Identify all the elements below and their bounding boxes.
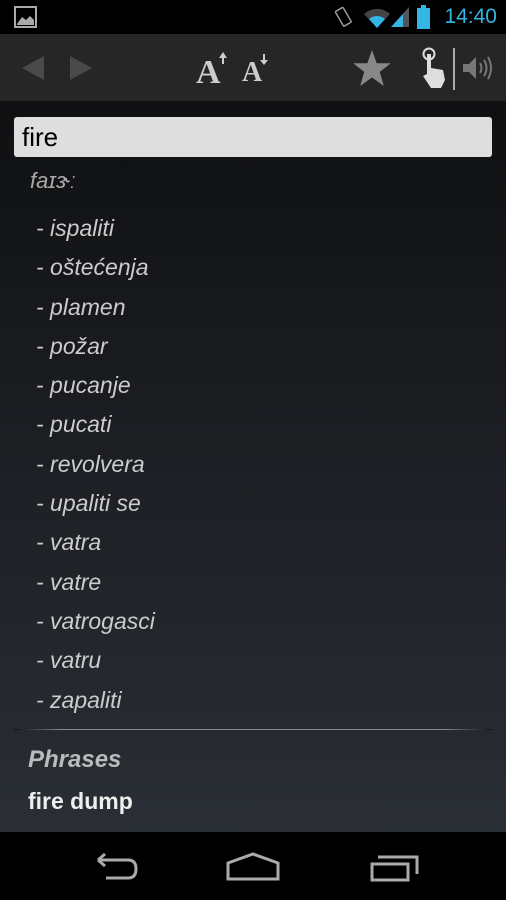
- list-item[interactable]: - požar: [36, 332, 155, 371]
- navigation-bar: [0, 832, 506, 900]
- vibrate-icon: [334, 6, 352, 27]
- wifi-icon: [364, 8, 390, 28]
- list-item[interactable]: - oštećenja: [36, 253, 155, 292]
- divider: [14, 729, 492, 730]
- font-decrease-icon: A: [242, 54, 268, 84]
- translation-list: - ispaliti - oštećenja - plamen - požar …: [36, 214, 155, 725]
- clock: 14:40: [444, 5, 497, 28]
- touch-mode-button[interactable]: [416, 34, 452, 102]
- list-item[interactable]: - vatru: [36, 646, 155, 685]
- font-decrease-button[interactable]: A: [238, 34, 272, 102]
- status-bar: 14:40: [0, 0, 506, 34]
- speaker-icon: [463, 56, 492, 80]
- back-button[interactable]: [16, 34, 50, 102]
- back-icon[interactable]: [88, 852, 138, 882]
- list-item[interactable]: - zapaliti: [36, 686, 155, 725]
- recent-apps-icon[interactable]: [370, 854, 420, 882]
- signal-icon: [391, 7, 409, 27]
- forward-button[interactable]: [64, 34, 98, 102]
- list-item[interactable]: - vatra: [36, 528, 155, 567]
- content-area: faɪɝː - ispaliti - oštećenja - plamen - …: [0, 102, 506, 832]
- favorite-button[interactable]: [350, 34, 394, 102]
- phrase-item[interactable]: fire dump: [28, 788, 133, 815]
- touch-icon: [422, 47, 445, 88]
- list-item[interactable]: - pucanje: [36, 371, 155, 410]
- forward-arrow-icon: [70, 56, 92, 80]
- list-item[interactable]: - vatre: [36, 568, 155, 607]
- font-increase-button[interactable]: A: [192, 34, 232, 102]
- search-input[interactable]: [14, 117, 492, 157]
- list-item[interactable]: - ispaliti: [36, 214, 155, 253]
- list-item[interactable]: - vatrogasci: [36, 607, 155, 646]
- toolbar: A A: [0, 34, 506, 102]
- list-item[interactable]: - upaliti se: [36, 489, 155, 528]
- list-item[interactable]: - pucati: [36, 410, 155, 449]
- phrases-heading: Phrases: [28, 746, 122, 773]
- toolbar-divider: [453, 48, 455, 90]
- list-item[interactable]: - revolvera: [36, 450, 155, 489]
- star-icon: [353, 50, 391, 86]
- back-arrow-icon: [22, 56, 44, 80]
- speaker-button[interactable]: [458, 34, 498, 102]
- battery-icon: [417, 5, 430, 29]
- gallery-icon: [14, 6, 37, 28]
- list-item[interactable]: - plamen: [36, 293, 155, 332]
- home-icon[interactable]: [226, 852, 280, 882]
- phonetic-transcription: faɪɝː: [30, 168, 76, 193]
- svg-text:A: A: [242, 57, 263, 84]
- font-increase-icon: A: [196, 52, 227, 86]
- svg-text:A: A: [196, 54, 221, 86]
